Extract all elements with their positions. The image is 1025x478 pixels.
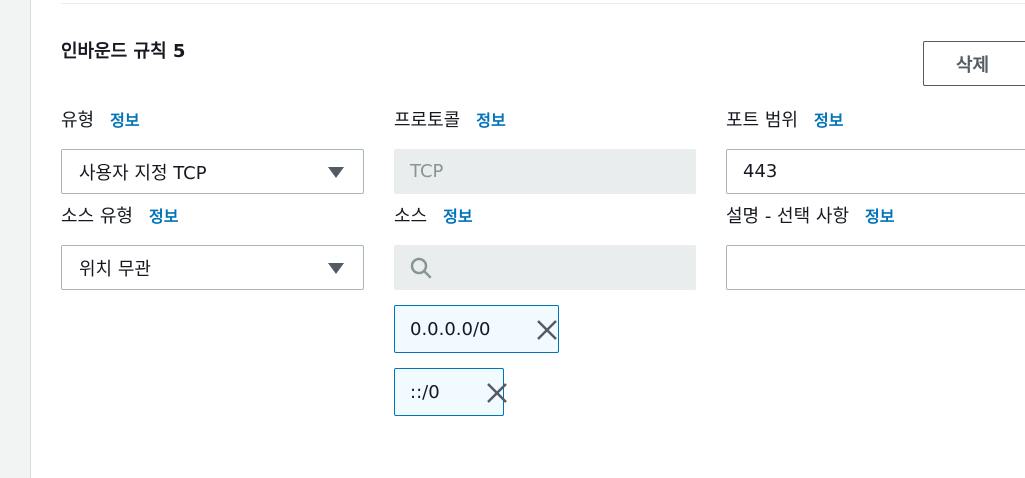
section-divider [61,3,1025,4]
description-label: 설명 - 선택 사항 [726,206,850,227]
rule-heading: 인바운드 규칙 5 [61,41,186,62]
source-info-link[interactable]: 정보 [443,207,472,226]
search-icon [410,257,432,279]
protocol-input: TCP [394,149,696,194]
type-select[interactable]: 사용자 지정 TCP [61,149,364,194]
type-info-link[interactable]: 정보 [110,111,139,130]
port-range-info-link[interactable]: 정보 [814,111,843,130]
close-icon[interactable] [486,382,508,404]
source-label: 소스 [394,206,428,227]
caret-down-icon [328,263,344,274]
protocol-value: TCP [410,161,444,182]
description-input[interactable] [726,245,1025,290]
description-label-group: 설명 - 선택 사항 정보 [726,202,894,228]
type-label-group: 유형 정보 [61,106,140,132]
source-token-label: 0.0.0.0/0 [410,318,491,340]
caret-down-icon [328,167,344,178]
source-token-label: ::/0 [410,381,440,403]
source-type-select[interactable]: 위치 무관 [61,245,364,290]
delete-rule-button[interactable]: 삭제 [923,41,1025,86]
source-type-label: 소스 유형 [61,206,133,227]
description-info-link[interactable]: 정보 [865,207,894,226]
source-token: ::/0 [394,368,507,416]
source-search-input[interactable] [394,245,696,290]
protocol-label-group: 프로토콜 정보 [394,106,506,132]
source-type-info-link[interactable]: 정보 [149,207,178,226]
protocol-label: 프로토콜 [394,110,461,131]
type-select-value: 사용자 지정 TCP [79,162,207,184]
type-label: 유형 [61,110,95,131]
port-range-label-group: 포트 범위 정보 [726,106,843,132]
port-range-label: 포트 범위 [726,110,798,131]
protocol-info-link[interactable]: 정보 [476,111,505,130]
port-range-input[interactable]: 443 [726,149,1025,194]
port-range-value: 443 [743,161,778,182]
source-type-label-group: 소스 유형 정보 [61,202,178,228]
source-label-group: 소스 정보 [394,202,473,228]
source-token: 0.0.0.0/0 [394,305,559,353]
left-gutter [0,0,31,478]
close-icon[interactable] [536,319,558,341]
source-type-select-value: 위치 무관 [79,258,151,280]
